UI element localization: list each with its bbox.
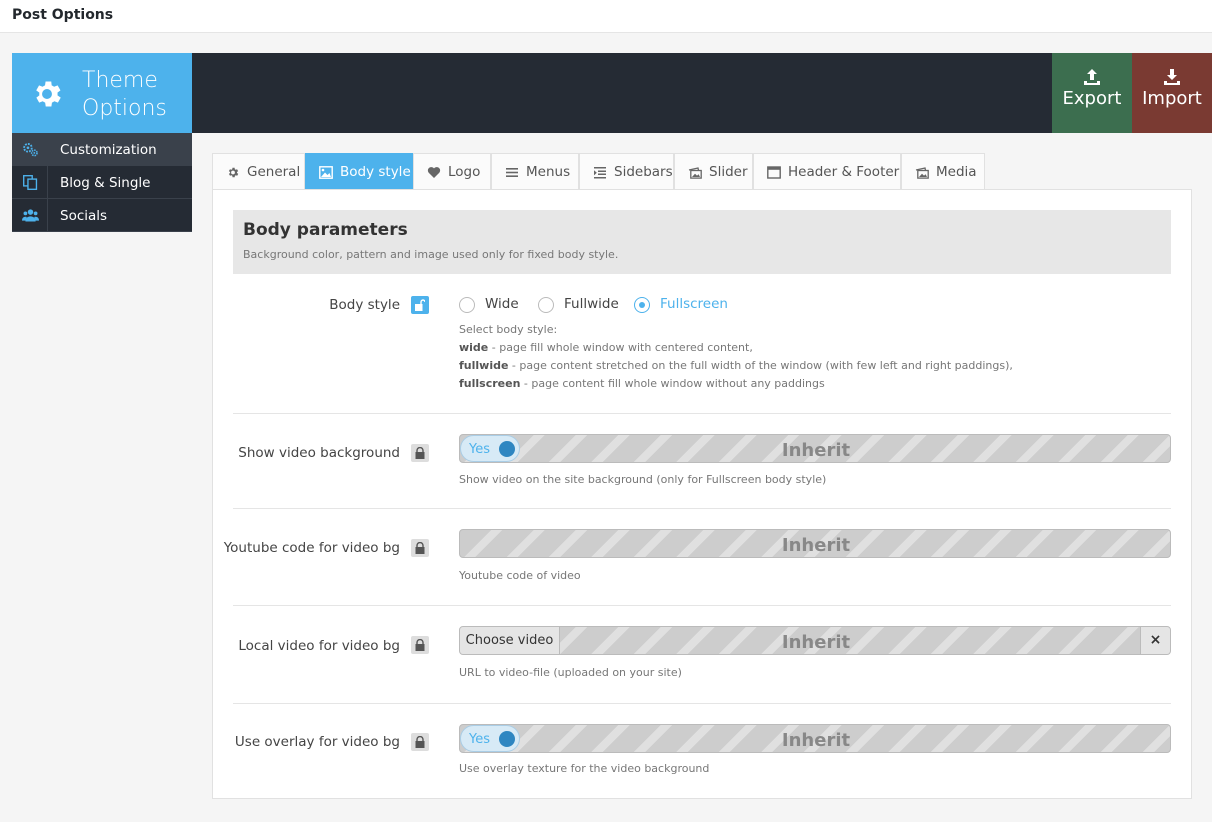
import-label: Import (1142, 88, 1202, 109)
tab-general[interactable]: General (212, 153, 305, 190)
tab-label: Sidebars (614, 164, 673, 180)
tab-label: Media (936, 164, 977, 180)
sidebar-item-socials[interactable]: Socials (12, 199, 192, 232)
tab-label: Header & Footer (788, 164, 900, 180)
indent-icon (594, 167, 606, 179)
lock-icon (415, 639, 425, 651)
sidebar-item-label: Blog & Single (60, 175, 151, 191)
upload-icon (1084, 69, 1100, 85)
lock-toggle[interactable] (411, 636, 429, 654)
field-description: Use overlay texture for the video backgr… (459, 762, 710, 775)
tab-header-footer[interactable]: Header & Footer (753, 153, 901, 190)
brand-title: Theme Options (82, 68, 167, 121)
field-description: URL to video-file (uploaded on your site… (459, 666, 682, 679)
tab-label: Logo (448, 164, 481, 180)
tab-menus[interactable]: Menus (491, 153, 579, 190)
field-label: Show video background (238, 445, 400, 461)
inherit-overlay[interactable]: Yes Inherit (459, 434, 1171, 463)
clear-icon[interactable]: × (1140, 627, 1170, 654)
inherit-overlay[interactable]: Choose video Inherit × (459, 626, 1171, 655)
field-description: Show video on the site background (only … (459, 473, 827, 486)
field-show-video-bg: Show video background Yes Inherit Show v… (233, 414, 1171, 509)
inherit-label: Inherit (781, 535, 851, 556)
radio-label: Wide (485, 296, 519, 312)
field-description: Select body style: wide - page fill whol… (459, 323, 1013, 390)
users-icon (22, 209, 39, 222)
radio-label: Fullwide (564, 296, 619, 312)
menu-icon (506, 168, 518, 177)
inherit-label: Inherit (781, 730, 851, 751)
window-icon (767, 166, 781, 179)
export-label: Export (1062, 88, 1122, 109)
gallery-icon (688, 167, 702, 179)
lock-icon (415, 542, 425, 554)
options-panel: Body parameters Background color, patter… (212, 189, 1192, 799)
field-youtube-code: Youtube code for video bg Inherit Youtub… (224, 509, 1171, 606)
tab-label: Menus (526, 164, 571, 180)
inherit-label: Inherit (781, 440, 851, 461)
brand: Theme Options (12, 53, 192, 133)
field-label: Local video for video bg (238, 638, 400, 654)
sidebar-item-label: Customization (60, 142, 157, 158)
field-label: Body style (329, 297, 400, 313)
inherit-label: Inherit (781, 632, 851, 653)
sidebar-item-label: Socials (60, 208, 108, 224)
field-label: Use overlay for video bg (234, 734, 400, 750)
field-body-style: Body style Wide Fullwide Fullscreen Sele… (233, 290, 1171, 414)
tab-media[interactable]: Media (901, 153, 985, 190)
lock-toggle[interactable] (411, 733, 429, 751)
unlock-icon (415, 299, 425, 311)
lock-icon (415, 447, 425, 459)
tab-body-style[interactable]: Body style (305, 153, 413, 190)
download-icon (1164, 69, 1180, 85)
gallery-icon (915, 167, 929, 179)
tab-label: Slider (709, 164, 748, 180)
section-title: Body parameters (243, 220, 408, 240)
gear-icon (36, 81, 61, 107)
sidebar: Customization Blog & Single Socials (12, 133, 192, 232)
unlock-toggle[interactable] (411, 296, 429, 314)
tab-logo[interactable]: Logo (413, 153, 491, 190)
inherit-overlay[interactable]: Yes Inherit (459, 724, 1171, 753)
import-button[interactable]: Import (1132, 53, 1212, 133)
tab-label: General (247, 164, 301, 180)
lock-toggle[interactable] (411, 539, 429, 557)
heart-icon (427, 167, 441, 178)
copy-icon (23, 175, 38, 190)
export-button[interactable]: Export (1052, 53, 1132, 133)
tab-slider[interactable]: Slider (674, 153, 753, 190)
radio-label: Fullscreen (660, 296, 728, 312)
lock-icon (415, 736, 425, 748)
gears-icon (23, 143, 38, 157)
page-title: Post Options (12, 7, 114, 23)
tab-label: Body style (340, 164, 411, 180)
inherit-overlay[interactable]: Inherit (459, 529, 1171, 558)
field-description: Youtube code of video (459, 569, 581, 582)
sidebar-item-customization[interactable]: Customization (12, 133, 192, 166)
page-header: Post Options (0, 0, 1212, 33)
field-local-video: Local video for video bg Choose video In… (233, 606, 1171, 704)
tab-sidebars[interactable]: Sidebars (579, 153, 674, 190)
sidebar-item-blog-single[interactable]: Blog & Single (12, 166, 192, 199)
options-topbar: Theme Options Export Import (12, 53, 1212, 133)
gear-icon (228, 167, 239, 178)
field-label: Youtube code for video bg (223, 540, 400, 556)
lock-toggle[interactable] (411, 444, 429, 462)
image-icon (319, 166, 333, 179)
field-use-overlay: Use overlay for video bg Yes Inherit Use… (233, 704, 1171, 796)
section-header: Body parameters Background color, patter… (233, 210, 1171, 274)
section-description: Background color, pattern and image used… (243, 248, 619, 261)
